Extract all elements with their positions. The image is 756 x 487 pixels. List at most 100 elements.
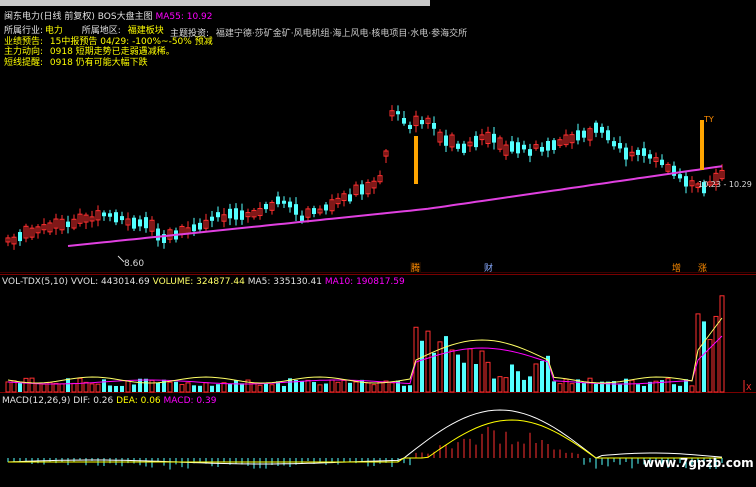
candle-body	[312, 208, 316, 215]
volume-bar	[702, 321, 706, 392]
candle-body	[108, 213, 112, 217]
candle-body	[102, 212, 106, 217]
vol-volume: VOLUME: 324877.44	[152, 277, 245, 287]
candle-body	[594, 122, 598, 133]
candle-body	[348, 194, 352, 202]
volume-bar	[557, 383, 563, 393]
volume-bar	[462, 362, 466, 392]
candle-body	[600, 126, 604, 133]
volume-bar	[335, 381, 341, 393]
candle-body	[240, 210, 244, 220]
volume-bar	[71, 382, 77, 393]
candle-body	[294, 204, 298, 215]
volume-bar	[108, 385, 112, 392]
volume-bar	[95, 383, 101, 393]
candle-body	[462, 143, 466, 153]
candle-body	[192, 224, 196, 232]
candle-body	[582, 130, 586, 138]
volume-bar	[479, 350, 485, 393]
volume-bar	[665, 378, 671, 393]
volume-bar	[18, 382, 22, 392]
volume-bar	[59, 383, 65, 393]
volume-bar	[522, 379, 526, 392]
event-marker-4[interactable]: 涨	[698, 263, 707, 274]
candle-body	[474, 135, 478, 148]
candle-body	[642, 148, 646, 156]
volume-ma5-line	[7, 317, 723, 384]
volume-bar	[228, 383, 232, 392]
vol-name: VOL-TDX(5,10)	[2, 277, 69, 287]
macd-value: MACD: 0.39	[163, 396, 217, 406]
volume-bar	[636, 384, 640, 392]
vol-ma10: MA10: 190817.59	[324, 277, 405, 287]
volume-bar	[594, 383, 598, 392]
volume-bar	[138, 378, 142, 392]
candle-body	[300, 215, 304, 222]
volume-bar	[156, 382, 160, 392]
volume-bar	[456, 354, 460, 392]
volume-bar	[132, 384, 136, 392]
low-price-label: 8.60	[124, 259, 144, 269]
event-marker-2[interactable]: 财	[484, 262, 493, 274]
tiny-marker: TY	[703, 115, 714, 124]
volume-bar	[300, 380, 304, 392]
volume-bar	[432, 352, 436, 392]
vol-vvol: VVOL: 443014.69	[70, 277, 150, 287]
volume-bar	[305, 379, 311, 393]
event-marker-1[interactable]: 腾	[411, 262, 420, 274]
candle-body	[672, 165, 676, 176]
candle-body	[288, 201, 292, 208]
volume-bar	[569, 383, 575, 393]
volume-bar	[629, 379, 635, 393]
candle-body	[606, 130, 610, 141]
volume-bar	[114, 385, 118, 392]
event-marker-3[interactable]: 增	[672, 262, 681, 274]
volume-bar	[41, 383, 47, 393]
volume-bar	[5, 381, 11, 393]
volume-bar	[317, 384, 323, 393]
candle-body	[216, 212, 220, 218]
candle-body	[636, 149, 640, 155]
candle-body	[144, 217, 148, 229]
volume-bar	[102, 379, 106, 392]
volume-bar	[377, 381, 383, 393]
ma55-line	[67, 165, 723, 247]
volume-bar	[324, 383, 328, 392]
range-label: 10.23 - 10.29	[698, 180, 752, 189]
volume-bar	[528, 376, 532, 392]
candle-body	[234, 208, 238, 220]
volume-bar	[695, 313, 701, 393]
vol-ma5: MA5: 335130.41	[247, 277, 322, 287]
volume-bar	[192, 385, 196, 392]
volume-bar	[329, 379, 335, 393]
candle-body	[546, 141, 550, 151]
volume-bar	[203, 382, 209, 393]
volume-bar	[449, 349, 455, 393]
breakout-bar	[414, 136, 418, 184]
candle-body	[408, 124, 412, 130]
volume-bar	[210, 385, 214, 392]
candle-body	[684, 176, 688, 187]
chart-canvas[interactable]: 8.60 10.23 - 10.29 TY 腾 财 增 涨 X	[0, 0, 756, 487]
candle-body	[114, 212, 118, 223]
volume-bars	[5, 295, 725, 393]
candle-body	[276, 196, 280, 205]
candle-body	[492, 133, 496, 143]
macd-name: MACD(12,26,9)	[2, 396, 71, 406]
volume-bar	[185, 382, 191, 393]
candle-body	[282, 200, 286, 204]
candle-body	[210, 216, 214, 221]
candle-body	[618, 143, 622, 149]
volume-bar	[144, 378, 148, 392]
volume-bar	[485, 361, 491, 393]
candle-body	[18, 232, 22, 242]
volume-bar	[371, 384, 377, 393]
macd-dea-line	[8, 419, 722, 463]
macd-dea: DEA: 0.06	[116, 396, 161, 406]
volume-bar	[510, 364, 514, 392]
candle-body	[324, 204, 328, 211]
volume-bar	[149, 379, 155, 393]
volume-bar	[29, 377, 35, 393]
volume-bar	[312, 382, 316, 392]
watermark: www.7gpzb.com	[643, 456, 754, 470]
